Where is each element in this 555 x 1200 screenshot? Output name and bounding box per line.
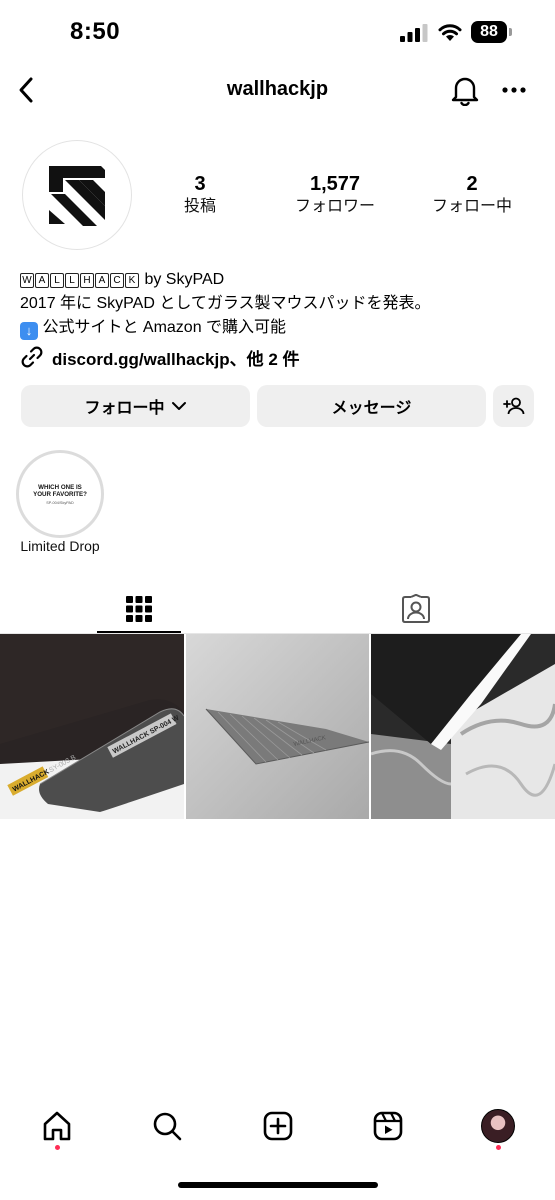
tab-search[interactable]	[147, 1106, 187, 1146]
highlight-cover-line-1: WHICH ONE IS	[38, 483, 82, 491]
posts-label: 投稿	[183, 198, 216, 215]
boxed-letter: W	[20, 273, 34, 288]
battery-level: 88	[471, 21, 507, 43]
posts-count: 3	[194, 173, 206, 195]
chevron-down-icon	[171, 402, 186, 410]
link-text: discord.gg/wallhackjp、他 2 件	[52, 349, 300, 369]
highlight-cover-sub: SP-004/SkyPAD	[46, 500, 74, 505]
boxed-letter: C	[110, 273, 124, 288]
wifi-icon	[438, 24, 462, 41]
followers-label: フォロワー	[294, 198, 375, 215]
stat-followers[interactable]: 1,577 フォロワー	[280, 172, 390, 218]
bio-name-suffix: by SkyPAD	[140, 271, 225, 288]
create-post-icon	[263, 1111, 293, 1141]
following-button[interactable]: フォロー中	[21, 385, 250, 427]
home-notification-dot	[55, 1145, 60, 1150]
down-arrow-emoji-icon: ↓	[20, 322, 38, 340]
bottom-tab-bar	[0, 1100, 555, 1160]
followers-count: 1,577	[309, 173, 361, 195]
tab-home[interactable]	[37, 1106, 77, 1146]
profile-bio: WALLHACK by SkyPAD 2017 年に SkyPAD としてガラス…	[20, 268, 540, 340]
tab-profile[interactable]	[478, 1106, 518, 1146]
post-thumbnail[interactable]: WALLHACK	[186, 634, 369, 819]
wallhack-logo-icon	[49, 166, 105, 226]
profile-avatar-small	[481, 1109, 515, 1143]
ellipsis-icon	[502, 87, 526, 93]
home-icon	[43, 1111, 71, 1141]
bio-name-line: WALLHACK by SkyPAD	[20, 268, 540, 292]
highlight-cover-line-2: YOUR FAVORITE?	[33, 491, 87, 498]
boxed-letter: L	[65, 273, 79, 288]
tab-posts-grid[interactable]	[97, 586, 181, 632]
following-label: フォロー中	[431, 198, 512, 215]
stat-following[interactable]: 2 フォロー中	[420, 172, 524, 218]
profile-link[interactable]: discord.gg/wallhackjp、他 2 件	[20, 344, 300, 370]
post-image-glass-pad: WALLHACK	[186, 634, 369, 819]
message-button[interactable]: メッセージ	[257, 385, 486, 427]
highlight-label: Limited Drop	[20, 538, 100, 554]
boxed-letter: H	[80, 273, 94, 288]
story-highlight[interactable]: WHICH ONE IS YOUR FAVORITE? SP-004/SkyPA…	[16, 450, 104, 538]
message-button-label: メッセージ	[331, 400, 412, 417]
home-indicator	[178, 1182, 378, 1188]
link-icon	[21, 346, 43, 368]
boxed-letter: L	[50, 273, 64, 288]
battery-indicator: 88	[471, 21, 513, 43]
tab-tagged[interactable]	[374, 586, 458, 632]
post-image-mousepads: WALLHACK SY-003 B WALLHACK SP-004 W	[0, 634, 184, 819]
reels-icon	[373, 1111, 403, 1141]
following-button-label: フォロー中	[84, 400, 165, 417]
cellular-signal-icon	[400, 24, 428, 42]
stat-posts[interactable]: 3 投稿	[160, 172, 240, 218]
status-time: 8:50	[70, 18, 121, 45]
bell-icon	[451, 77, 479, 106]
suggested-users-button[interactable]	[493, 385, 534, 427]
bio-line-2: 2017 年に SkyPAD としてガラス製マウスパッドを発表。	[20, 295, 431, 312]
boxed-letter: K	[125, 273, 139, 288]
following-count: 2	[466, 173, 478, 195]
battery-tip	[509, 28, 512, 36]
notifications-button[interactable]	[448, 72, 482, 108]
profile-avatar[interactable]	[22, 140, 132, 250]
tab-reels[interactable]	[368, 1106, 408, 1146]
bio-line-3: ↓ 公式サイトと Amazon で購入可能	[20, 316, 540, 340]
post-thumbnail[interactable]	[371, 634, 555, 819]
profile-notification-dot	[496, 1145, 501, 1150]
tab-create[interactable]	[258, 1106, 298, 1146]
bio-line-3-text: 公式サイトと Amazon で購入可能	[42, 319, 287, 336]
more-options-button[interactable]	[498, 72, 530, 108]
boxed-brand-name: WALLHACK	[20, 268, 140, 292]
highlight-cover: WHICH ONE IS YOUR FAVORITE? SP-004/SkyPA…	[22, 456, 98, 532]
status-bar: 8:50 88	[0, 0, 555, 64]
post-thumbnail[interactable]: WALLHACK SY-003 B WALLHACK SP-004 W	[0, 634, 184, 819]
add-user-icon	[502, 397, 524, 415]
tagged-person-icon	[402, 594, 430, 623]
search-icon	[153, 1112, 182, 1141]
profile-header-bar: wallhackjp	[0, 64, 555, 116]
boxed-letter: A	[35, 273, 49, 288]
post-image-marble	[371, 634, 555, 819]
boxed-letter: A	[95, 273, 109, 288]
grid-icon	[126, 596, 152, 622]
